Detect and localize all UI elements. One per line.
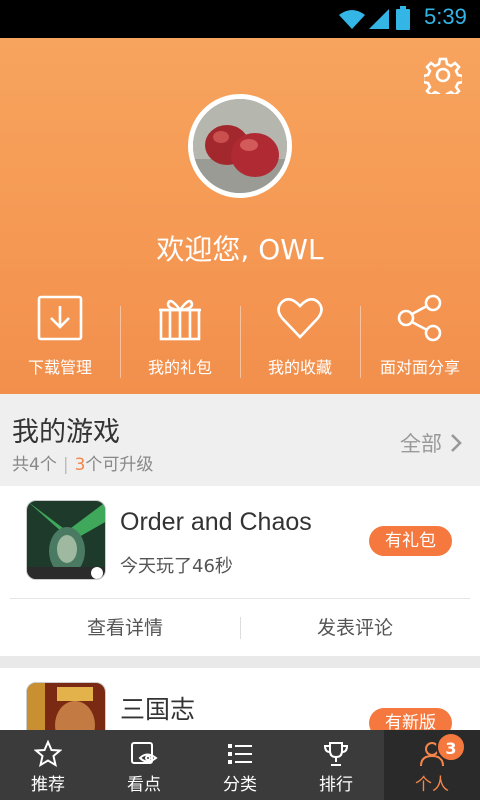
game-icon-sanguozhi[interactable] bbox=[26, 682, 106, 732]
game-playtime: 今天玩了46秒 bbox=[120, 556, 233, 577]
game-icon-order-and-chaos[interactable] bbox=[26, 500, 106, 580]
quick-label: 面对面分享 bbox=[379, 358, 460, 377]
new-version-badge[interactable]: 有新版 bbox=[369, 708, 452, 732]
tab-label: 个人 bbox=[415, 775, 449, 795]
gift-icon bbox=[159, 299, 201, 341]
quick-label: 我的收藏 bbox=[267, 358, 332, 377]
tab-rankings[interactable]: 排行 bbox=[288, 730, 384, 800]
quick-my-gifts[interactable]: 我的礼包 bbox=[120, 294, 240, 394]
game-art bbox=[27, 501, 105, 579]
section-title: 我的游戏 bbox=[12, 417, 120, 448]
game-name: 三国志 bbox=[120, 696, 196, 724]
game-actions: 查看详情 发表评论 bbox=[10, 598, 470, 656]
avatar[interactable] bbox=[188, 94, 292, 198]
upgrade-suffix: 个可升级 bbox=[85, 455, 154, 475]
tab-label: 排行 bbox=[319, 775, 353, 795]
battery-icon bbox=[396, 6, 410, 30]
view-all-label: 全部 bbox=[400, 432, 442, 456]
welcome-text: 欢迎您, OWL bbox=[156, 233, 324, 266]
quick-my-favorites[interactable]: 我的收藏 bbox=[240, 294, 360, 394]
game-art bbox=[27, 683, 105, 732]
tab-personal[interactable]: 个人 3 bbox=[384, 730, 480, 800]
games-summary: 共4个 | 3个可升级 bbox=[12, 450, 153, 475]
quick-actions: 下载管理 我的礼包 我的收藏 面对面分享 bbox=[0, 294, 480, 394]
tab-label: 看点 bbox=[127, 775, 161, 795]
quick-download-manager[interactable]: 下载管理 bbox=[0, 294, 120, 394]
my-games-header: 我的游戏 共4个 | 3个可升级 全部 bbox=[0, 394, 480, 486]
upgrade-count: 3 bbox=[74, 455, 86, 475]
gear-icon[interactable] bbox=[424, 56, 462, 94]
post-comment-button[interactable]: 发表评论 bbox=[240, 599, 470, 656]
view-all-button[interactable]: 全部 bbox=[400, 428, 462, 458]
share-icon bbox=[397, 294, 442, 342]
trophy-icon bbox=[323, 742, 349, 766]
games-total: 共4个 bbox=[12, 455, 57, 475]
quick-face-share[interactable]: 面对面分享 bbox=[360, 294, 480, 394]
eye-icon bbox=[131, 742, 158, 764]
wifi-icon bbox=[339, 10, 365, 29]
tab-label: 推荐 bbox=[31, 775, 65, 795]
chevron-right-icon bbox=[451, 434, 462, 452]
view-details-button[interactable]: 查看详情 bbox=[10, 599, 240, 656]
heart-icon bbox=[277, 297, 323, 339]
signal-icon bbox=[369, 9, 389, 29]
notification-badge: 3 bbox=[436, 732, 466, 762]
tab-categories[interactable]: 分类 bbox=[192, 730, 288, 800]
tab-recommend[interactable]: 推荐 bbox=[0, 730, 96, 800]
profile-header: 欢迎您, OWL 下载管理 我的礼包 我的收藏 面对面分享 bbox=[0, 38, 480, 394]
download-icon bbox=[37, 295, 83, 341]
avatar-image bbox=[193, 99, 287, 193]
game-card: 三国志 有新版 bbox=[0, 668, 480, 732]
tab-highlights[interactable]: 看点 bbox=[96, 730, 192, 800]
gift-badge[interactable]: 有礼包 bbox=[369, 526, 452, 556]
divider: | bbox=[62, 455, 69, 475]
game-card: Order and Chaos 今天玩了46秒 有礼包 查看详情 发表评论 bbox=[0, 486, 480, 656]
status-time: 5:39 bbox=[424, 4, 467, 29]
bottom-nav: 推荐 看点 分类 排行 个人 3 bbox=[0, 730, 480, 800]
status-bar: 5:39 bbox=[0, 0, 480, 38]
tab-label: 分类 bbox=[223, 775, 257, 795]
game-name: Order and Chaos bbox=[120, 508, 312, 536]
quick-label: 下载管理 bbox=[27, 358, 92, 377]
list-icon bbox=[228, 744, 252, 764]
quick-label: 我的礼包 bbox=[147, 358, 212, 377]
star-icon bbox=[34, 740, 62, 768]
